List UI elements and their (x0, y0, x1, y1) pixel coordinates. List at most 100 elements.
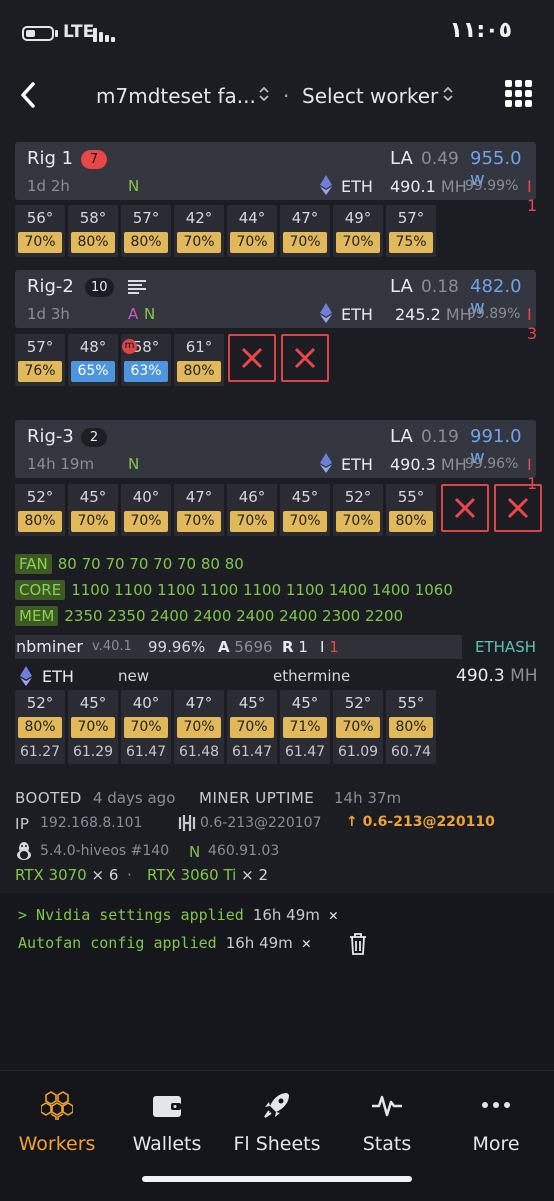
gpu-tile[interactable]: 55° 80% 60.74 (386, 690, 436, 764)
gpu-tile[interactable]: 52° 70% 61.09 (333, 690, 383, 764)
gpu-tile[interactable]: 52° 80% 61.27 (15, 690, 65, 764)
rig-uptime: 1d 2h (27, 177, 70, 195)
gpu-hashrate: 61.09 (337, 744, 379, 760)
gpu-temp: 45° (79, 488, 107, 506)
gpu-fan: 70% (18, 232, 62, 253)
gpu-temp: 55° (397, 488, 425, 506)
booted-value: 4 days ago (93, 789, 176, 807)
gpu-tile[interactable]: 45° 71% 61.47 (280, 690, 330, 764)
trash-icon[interactable] (348, 932, 368, 956)
gpu-tile[interactable]: 48° 65% (68, 334, 118, 386)
gpu-temp: 52° (344, 488, 372, 506)
notes-icon (128, 280, 146, 294)
rig-id-badge: 2 (81, 428, 107, 447)
gpu-model-1: RTX 3070 × 6 (15, 866, 119, 884)
la-label: LA (390, 426, 413, 447)
load-average: 0.19 (421, 427, 459, 447)
gpu-temp: 45° (291, 488, 319, 506)
gpu-tile[interactable]: 47° 70% (280, 205, 330, 257)
tab-more[interactable]: More (441, 1071, 551, 1171)
gpu-temp: 52° (344, 694, 372, 712)
gpu-fan: 63% (124, 361, 168, 382)
gpu-tile[interactable]: 40° 70% (121, 484, 171, 536)
log-entry: > Nvidia settings applied 16h 49m ✕ (18, 906, 338, 924)
farm-select[interactable]: m7mdteset fa... (96, 84, 256, 108)
gpu-tile[interactable]: 49° 70% (333, 205, 383, 257)
miner-hashrate: 490.3 MH (456, 666, 538, 686)
dismiss-x-icon[interactable]: ✕ (329, 906, 338, 924)
gpu-tile[interactable]: 42° 70% (174, 205, 224, 257)
gpu-tile[interactable]: 40° 70% 61.47 (121, 690, 171, 764)
gpu-fan: 70% (230, 511, 274, 532)
gpu-tile[interactable]: 45° 70% 61.47 (227, 690, 277, 764)
worker-select[interactable]: Select worker (302, 84, 438, 108)
gpu-tile[interactable]: 57° 80% (121, 205, 171, 257)
gpu-tile[interactable]: 58° m 63% (121, 334, 171, 386)
gpu-fan: 75% (389, 232, 433, 253)
miner-name: nbminer (16, 637, 83, 656)
invalid-shares: I 1 (527, 177, 538, 215)
gpu-tile[interactable]: 61° 80% (174, 334, 224, 386)
tab-label: Fl Sheets (233, 1133, 321, 1155)
gpu-tile[interactable]: 45° 70% (280, 484, 330, 536)
gpu-temp: 45° (238, 694, 266, 712)
miner-r-shares: R 1 (282, 638, 308, 656)
miner-coin: ETH (42, 667, 74, 686)
gpu-tile[interactable]: 47° 70% 61.48 (174, 690, 224, 764)
rig-card-2[interactable]: Rig-2 10 1d 3h A N LA 0.18 482.0 w ETH 2… (15, 270, 537, 343)
gpu-tile[interactable]: 57° 75% (386, 205, 436, 257)
nvidia-flag: N (128, 455, 140, 473)
tab-stats[interactable]: Stats (332, 1071, 442, 1171)
accepted-percent: 99.89% (467, 306, 521, 322)
tab-fl-sheets[interactable]: Fl Sheets (222, 1071, 332, 1171)
gpu-tile[interactable]: 58° 80% (68, 205, 118, 257)
dismiss-x-icon[interactable]: ✕ (302, 934, 311, 952)
gpu-temp: 56° (26, 209, 54, 227)
farm-sort-caret-icon[interactable] (258, 84, 270, 105)
gpu-fan: 80% (177, 361, 221, 382)
gpu-tile[interactable]: 46° 70% (227, 484, 277, 536)
gpu-temp: 49° (344, 209, 372, 227)
tab-wallets[interactable]: Wallets (112, 1071, 222, 1171)
back-chevron-icon[interactable] (18, 80, 38, 118)
grid-menu-icon[interactable] (505, 80, 533, 108)
gpu-tile[interactable]: 44° 70% (227, 205, 277, 257)
gpu-fan: 70% (336, 232, 380, 253)
workers-hex-icon (41, 1091, 73, 1120)
nvidia-flag: N (144, 305, 156, 323)
rig-uptime: 14h 19m (27, 455, 95, 473)
ip-address: 192.168.8.101 (40, 815, 143, 831)
gpu-fan: 80% (389, 717, 433, 738)
gpu-fan: 70% (283, 511, 327, 532)
gpu-fan: 70% (177, 232, 221, 253)
rig-card-3[interactable]: Rig-3 2 14h 19m N LA 0.19 991.0 w ETH 49… (15, 420, 537, 493)
ip-label: IP (15, 815, 30, 833)
gpu-tile[interactable]: 47° 70% (174, 484, 224, 536)
miner-accepted: 99.96% (148, 638, 206, 656)
gpu-hashrate: 61.29 (72, 744, 114, 760)
gpu-tile[interactable]: 45° 70% 61.29 (68, 690, 118, 764)
miner-a-shares: A 5696 (218, 638, 273, 656)
gpu-temp: 45° (291, 694, 319, 712)
gpu-fan: 70% (177, 717, 221, 738)
gpu-fan: 80% (389, 511, 433, 532)
gpu-tile[interactable]: 52° 70% (333, 484, 383, 536)
update-available[interactable]: ↑ 0.6-213@220110 (346, 814, 495, 830)
gpu-temp: 48° (79, 338, 107, 356)
tab-label: Stats (362, 1133, 412, 1155)
gpu-offline-x-icon (494, 484, 542, 532)
gpu-tile[interactable]: 56° 70% (15, 205, 65, 257)
rig-card-1[interactable]: Rig 1 7 1d 2h N LA 0.49 955.0 w ETH 490.… (15, 142, 537, 215)
gpu-temp: 46° (238, 488, 266, 506)
rig-name: Rig-3 (27, 426, 74, 447)
eth-icon (20, 666, 32, 686)
worker-sort-caret-icon[interactable] (442, 84, 454, 105)
gpu-tile[interactable]: 45° 70% (68, 484, 118, 536)
gpu-tile[interactable]: 52° 80% (15, 484, 65, 536)
gpu-temp: 47° (185, 694, 213, 712)
tab-workers[interactable]: Workers (2, 1071, 112, 1171)
gpu-tile[interactable]: 55° 80% (386, 484, 436, 536)
gpu-tile[interactable]: 57° 76% (15, 334, 65, 386)
gpu-fan: 80% (18, 511, 62, 532)
rig-name: Rig 1 (27, 148, 74, 169)
